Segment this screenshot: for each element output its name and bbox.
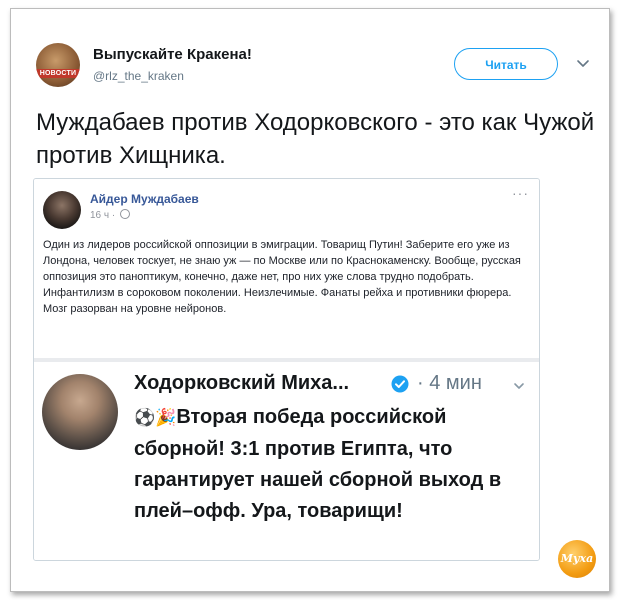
follow-button[interactable]: Читать (454, 48, 558, 80)
chevron-down-icon[interactable] (576, 56, 590, 70)
chevron-down-icon[interactable] (513, 380, 525, 392)
globe-icon (120, 209, 131, 219)
facebook-author-name[interactable]: Айдер Муждабаев (90, 192, 199, 206)
quoted-tweet: Ходорковский Миха... · 4 мин ⚽🎉Вторая по… (34, 362, 539, 560)
quoted-author-avatar[interactable] (42, 374, 118, 450)
author-name[interactable]: Выпускайте Кракена! (93, 46, 252, 63)
facebook-author-avatar[interactable] (43, 191, 81, 229)
verified-badge-icon (391, 375, 409, 393)
author-handle[interactable]: @rlz_the_kraken (93, 69, 184, 83)
quoted-author-name[interactable]: Ходорковский Миха... (134, 372, 349, 395)
facebook-post-text: Один из лидеров российской оппозиции в э… (43, 239, 521, 315)
tweet-text: Муждабаев против Ходорковского - это как… (36, 109, 595, 169)
quoted-tweet-text: ⚽🎉Вторая победа российской сборной! 3:1 … (134, 402, 534, 527)
facebook-time-label: 16 ч · (90, 210, 116, 221)
embedded-screenshot: Айдер Муждабаев 16 ч · ··· Один из лидер… (33, 178, 540, 561)
author-avatar[interactable]: НОВОСТИ (36, 43, 80, 87)
avatar-ribbon-label: НОВОСТИ (36, 69, 80, 78)
quoted-tweet-body: Вторая победа российской сборной! 3:1 пр… (134, 406, 502, 522)
quoted-tweet-time[interactable]: · 4 мин (417, 372, 482, 395)
facebook-post-time[interactable]: 16 ч · (90, 209, 131, 221)
emoji-icons: ⚽🎉 (134, 408, 177, 428)
more-options-icon[interactable]: ··· (512, 185, 529, 201)
facebook-post: Айдер Муждабаев 16 ч · ··· Один из лидер… (34, 179, 539, 357)
watermark-logo: Муха (558, 540, 596, 578)
